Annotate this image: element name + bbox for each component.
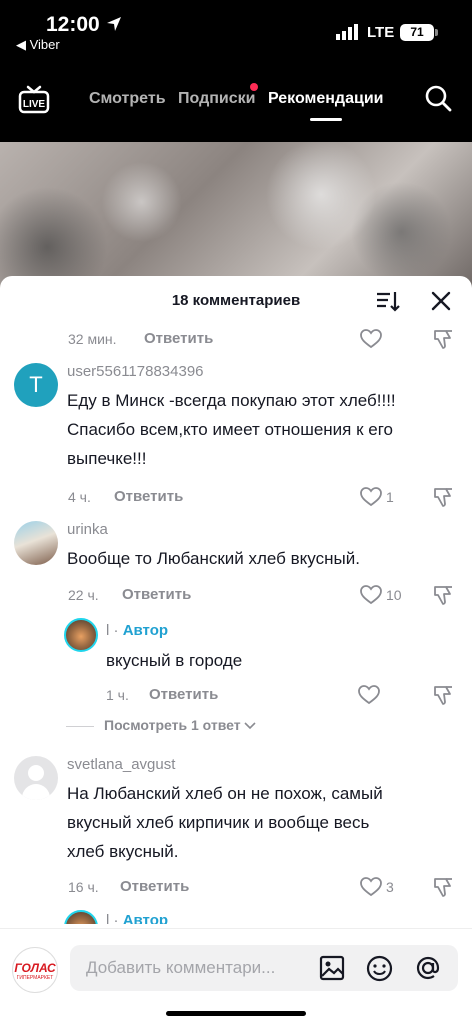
divider	[66, 725, 94, 727]
reply-username[interactable]: l	[106, 912, 109, 924]
location-arrow-icon	[107, 17, 121, 31]
avatar-brand-text: ГОЛАС	[14, 961, 56, 975]
comment-text-line: Спасибо всем,кто имеет отношения к его	[67, 420, 394, 439]
active-tab-indicator	[310, 118, 342, 121]
reply-button[interactable]: Ответить	[122, 586, 191, 603]
cellular-signal-icon	[336, 24, 358, 40]
image-icon[interactable]	[319, 955, 345, 981]
tab-recommendations[interactable]: Рекомендации	[268, 90, 384, 108]
default-avatar-head	[28, 765, 44, 781]
live-tv-icon[interactable]: LIVE	[18, 84, 50, 116]
like-count: 1	[386, 489, 394, 505]
reply-button[interactable]: Ответить	[144, 330, 213, 347]
reply-text: вкусный в городе	[106, 651, 243, 670]
heart-icon[interactable]	[360, 877, 382, 897]
dislike-icon[interactable]	[432, 876, 454, 898]
comment-time: 32 мин.	[68, 331, 117, 347]
avatar-brand-subtext: ГИПЕРМАРКЕТ	[16, 975, 54, 981]
comment-time: 16 ч.	[68, 879, 99, 895]
view-replies-button[interactable]: Посмотреть 1 ответ	[66, 717, 257, 733]
comment-text: Еду в Минск -всегда покупаю этот хлеб!!!…	[67, 386, 396, 473]
comment-list[interactable]: 32 мин. Ответить T user5561178834396 Еду…	[0, 324, 472, 924]
network-type: LTE	[367, 24, 395, 41]
comment-input-bar: ГОЛАС ГИПЕРМАРКЕТ Добавить комментари...	[0, 928, 472, 1024]
comment-meta: 4 ч. Ответить 1	[0, 486, 472, 510]
author-badge: Автор	[122, 622, 169, 639]
my-avatar[interactable]: ГОЛАС ГИПЕРМАРКЕТ	[12, 947, 58, 993]
heart-icon[interactable]	[360, 585, 382, 605]
comment-username[interactable]: urinka	[67, 521, 108, 538]
comment-text-line: выпечке!!!	[67, 449, 147, 468]
video-preview[interactable]	[0, 142, 472, 292]
author-avatar[interactable]	[64, 618, 98, 652]
reply-author[interactable]: l · Автор	[106, 912, 168, 924]
like-count: 10	[386, 587, 402, 603]
avatar[interactable]: T	[14, 363, 58, 407]
tab-subscriptions[interactable]: Подписки	[178, 90, 255, 108]
comment-text-line: Еду в Минск -всегда покупаю этот хлеб!!!…	[67, 391, 396, 410]
comment-meta: 22 ч. Ответить 10	[0, 584, 472, 608]
comment-username[interactable]: user5561178834396	[67, 363, 204, 380]
comment-input[interactable]: Добавить комментари...	[70, 945, 458, 991]
default-avatar-body	[22, 784, 50, 800]
status-bar: 12:00 ◀ Viber LTE 71	[0, 0, 472, 62]
back-to-app-link[interactable]: ◀ Viber	[16, 37, 60, 53]
like-count: 3	[386, 879, 394, 895]
author-avatar[interactable]	[64, 910, 98, 924]
avatar[interactable]	[14, 756, 58, 800]
reply-time: 1 ч.	[106, 687, 129, 703]
dislike-icon[interactable]	[432, 584, 454, 606]
comment-input-placeholder[interactable]: Добавить комментари...	[86, 958, 275, 978]
reply-author[interactable]: l · Автор	[106, 622, 168, 639]
home-indicator[interactable]	[166, 1011, 306, 1016]
status-time: 12:00	[46, 13, 100, 36]
close-icon[interactable]	[430, 290, 452, 312]
heart-icon[interactable]	[360, 487, 382, 507]
battery-icon: 71	[400, 24, 438, 41]
view-replies-label[interactable]: Посмотреть 1 ответ	[104, 717, 241, 733]
reply-username[interactable]: l	[106, 622, 109, 639]
comment-text-line: вкусный хлеб кирпичик и вообще весь	[67, 813, 370, 832]
tab-watch[interactable]: Смотреть	[89, 90, 166, 108]
comment-meta: 16 ч. Ответить 3	[0, 876, 472, 900]
comment-text-line: хлеб вкусный.	[67, 842, 179, 861]
heart-icon[interactable]	[360, 329, 382, 349]
comment-meta: 32 мин. Ответить	[0, 328, 472, 352]
avatar[interactable]	[14, 521, 58, 565]
mention-icon[interactable]	[415, 955, 441, 981]
comment-text: На Любанский хлеб он не похож, самый вку…	[67, 779, 383, 866]
notification-dot	[250, 83, 258, 91]
author-badge: Автор	[122, 912, 169, 924]
svg-text:LIVE: LIVE	[23, 99, 46, 110]
emoji-icon[interactable]	[366, 955, 393, 982]
dislike-icon[interactable]	[432, 328, 454, 350]
comment-time: 22 ч.	[68, 587, 99, 603]
search-icon[interactable]	[424, 84, 452, 112]
comments-count-title: 18 комментариев	[171, 292, 301, 309]
dislike-icon[interactable]	[432, 486, 454, 508]
reply-meta: 1 ч. Ответить	[0, 684, 472, 708]
comment-time: 4 ч.	[68, 489, 91, 505]
comments-sheet: 18 комментариев 32 мин. Ответить T user5…	[0, 276, 472, 1024]
sort-icon[interactable]	[376, 290, 400, 312]
chevron-down-icon	[244, 722, 257, 730]
comment-text-line: На Любанский хлеб он не похож, самый	[67, 784, 383, 803]
reply-button[interactable]: Ответить	[149, 686, 218, 703]
top-navigation: LIVE Смотреть Подписки Рекомендации	[0, 62, 472, 142]
dislike-icon[interactable]	[432, 684, 454, 706]
heart-icon[interactable]	[358, 685, 380, 705]
comment-username[interactable]: svetlana_avgust	[67, 756, 175, 773]
comment-text-line: Вообще то Любанский хлеб вкусный.	[67, 549, 360, 568]
reply-button[interactable]: Ответить	[120, 878, 189, 895]
comment-text: Вообще то Любанский хлеб вкусный.	[67, 544, 360, 573]
reply-button[interactable]: Ответить	[114, 488, 183, 505]
